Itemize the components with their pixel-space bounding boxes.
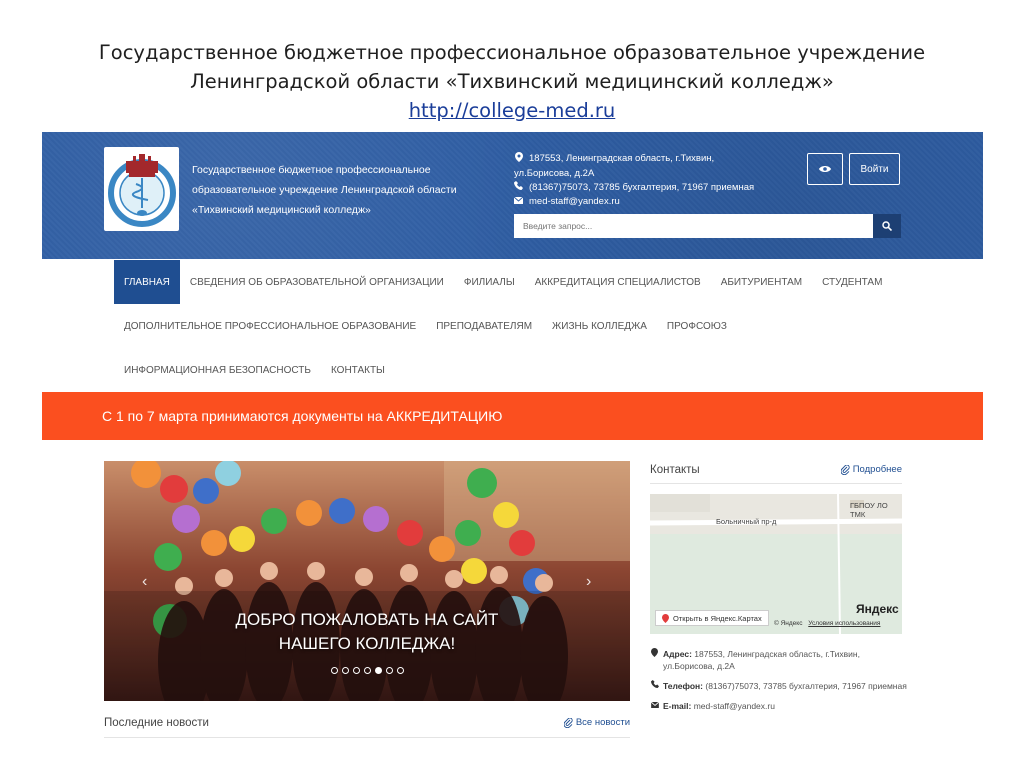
org-name-line2: образовательное учреждение Ленинградской… xyxy=(192,184,457,196)
search-icon xyxy=(882,221,892,231)
envelope-icon xyxy=(513,195,524,209)
header-contacts: 187553, Ленинградская область, г.Тихвин,… xyxy=(513,152,784,209)
nav-item-additional-education[interactable]: Дополнительное профессиональное образова… xyxy=(114,304,426,348)
contacts-more-label: Подробнее xyxy=(852,464,902,475)
map-terms-link[interactable]: Условия использования xyxy=(808,620,880,627)
paperclip-icon xyxy=(563,717,573,728)
contacts-heading: Контакты xyxy=(650,463,700,476)
map-marker-icon xyxy=(650,648,659,672)
college-logo[interactable] xyxy=(104,147,179,231)
map-pin-icon xyxy=(662,613,669,623)
email-label: E-mail: xyxy=(663,701,692,711)
yandex-map[interactable]: ГБПОУ ЛО ТМК Больничный пр-д Открыть в Я… xyxy=(650,494,902,634)
news-section-header: Последние новости Все новости xyxy=(104,708,630,738)
map-copyright-text: © Яндекс xyxy=(774,620,803,627)
slider-photo xyxy=(104,461,630,701)
nav-item-college-life[interactable]: Жизнь колледжа xyxy=(542,304,657,348)
slide-title-line1: Государственное бюджетное профессиональн… xyxy=(98,41,926,64)
email-value[interactable]: med-staff@yandex.ru xyxy=(694,701,775,711)
slider-dot[interactable] xyxy=(386,667,393,674)
site-header: Государственное бюджетное профессиональн… xyxy=(42,132,983,259)
nav-row-1: Главная Сведения об образовательной орга… xyxy=(114,260,983,304)
nav-item-applicants[interactable]: Абитуриентам xyxy=(711,260,812,304)
envelope-icon xyxy=(650,700,659,712)
map-copyright: © Яндекс Условия использования xyxy=(774,620,880,627)
map-label-street: Больничный пр-д xyxy=(716,517,777,526)
phone-label: Телефон: xyxy=(663,681,703,691)
org-name: Государственное бюджетное профессиональн… xyxy=(192,160,492,220)
nav-item-teachers[interactable]: Преподавателям xyxy=(426,304,542,348)
slider-dot[interactable] xyxy=(353,667,360,674)
nav-item-union[interactable]: Профсоюз xyxy=(657,304,737,348)
nav-item-students[interactable]: Студентам xyxy=(812,260,892,304)
accessibility-button[interactable] xyxy=(807,153,843,185)
nav-item-contacts[interactable]: Контакты xyxy=(321,348,395,392)
phone-icon xyxy=(650,680,659,692)
slide-title: Государственное бюджетное профессиональн… xyxy=(0,38,1024,125)
org-name-line1: Государственное бюджетное профессиональн… xyxy=(192,164,431,176)
site-url-link[interactable]: http://college-med.ru xyxy=(409,99,616,122)
eye-icon xyxy=(819,166,831,172)
slider-next-arrow[interactable]: › xyxy=(586,573,591,591)
paperclip-icon xyxy=(840,464,850,475)
contacts-more-link[interactable]: Подробнее xyxy=(840,464,902,475)
slide-title-line2: Ленинградской области «Тихвинский медици… xyxy=(190,70,834,93)
announcement-banner[interactable]: С 1 по 7 марта принимаются документы на … xyxy=(42,392,983,440)
nav-item-home[interactable]: Главная xyxy=(114,260,180,304)
image-slider[interactable]: ‹ › ДОБРО ПОЖАЛОВАТЬ НА САЙТ НАШЕГО КОЛЛ… xyxy=(104,461,630,701)
header-address-line2: ул.Борисова, д.2А xyxy=(514,168,595,179)
slider-caption-line2: НАШЕГО КОЛЛЕДЖА! xyxy=(278,634,456,653)
nav-item-about[interactable]: Сведения об образовательной организации xyxy=(180,260,454,304)
login-button[interactable]: Войти xyxy=(849,153,900,185)
slider-dot-active[interactable] xyxy=(375,667,382,674)
news-heading: Последние новости xyxy=(104,716,209,729)
phone-value: (81367)75073, 73785 бухгалтерия, 71967 п… xyxy=(705,681,907,691)
contact-email: E-mail: med-staff@yandex.ru xyxy=(650,700,910,712)
nav-row-3: Информационная безопасность Контакты xyxy=(114,348,983,392)
search-input[interactable] xyxy=(514,214,873,238)
slider-caption: ДОБРО ПОЖАЛОВАТЬ НА САЙТ НАШЕГО КОЛЛЕДЖА… xyxy=(104,608,630,656)
nav-row-2: Дополнительное профессиональное образова… xyxy=(114,304,983,348)
slider-dot[interactable] xyxy=(331,667,338,674)
all-news-link[interactable]: Все новости xyxy=(563,717,630,728)
open-in-yandex-maps-button[interactable]: Открыть в Яндекс.Картах xyxy=(655,610,769,626)
map-label-building: ГБПОУ ЛО ТМК xyxy=(850,501,888,519)
nav-item-accreditation[interactable]: Аккредитация специалистов xyxy=(525,260,711,304)
slider-prev-arrow[interactable]: ‹ xyxy=(142,573,147,591)
slider-caption-line1: ДОБРО ПОЖАЛОВАТЬ НА САЙТ xyxy=(235,610,499,629)
main-nav: Главная Сведения об образовательной орга… xyxy=(114,260,983,392)
nav-item-branches[interactable]: Филиалы xyxy=(454,260,525,304)
contacts-details: Адрес: 187553, Ленинградская область, г.… xyxy=(650,648,910,720)
header-address-line1: 187553, Ленинградская область, г.Тихвин, xyxy=(529,153,715,164)
announcement-text: С 1 по 7 марта принимаются документы на … xyxy=(102,408,503,424)
address-value-1: 187553, Ленинградская область, г.Тихвин, xyxy=(694,649,860,659)
slider-dot[interactable] xyxy=(397,667,404,674)
map-marker-icon xyxy=(514,152,523,167)
slider-dot[interactable] xyxy=(342,667,349,674)
open-in-yandex-maps-label: Открыть в Яндекс.Картах xyxy=(673,613,762,623)
address-value-2: ул.Борисова, д.2А xyxy=(663,661,735,671)
address-label: Адрес: xyxy=(663,649,692,659)
all-news-label: Все новости xyxy=(575,717,630,728)
search-button[interactable] xyxy=(873,214,901,238)
contact-address: Адрес: 187553, Ленинградская область, г.… xyxy=(650,648,910,672)
contacts-widget-header: Контакты Подробнее xyxy=(650,456,902,484)
header-email[interactable]: med-staff@yandex.ru xyxy=(529,195,620,209)
nav-item-info-security[interactable]: Информационная безопасность xyxy=(114,348,321,392)
org-name-line3: «Тихвинский медицинский колледж» xyxy=(192,204,371,216)
yandex-logo: Яндекс xyxy=(856,602,899,616)
slider-dots xyxy=(331,667,404,674)
slider-dot[interactable] xyxy=(364,667,371,674)
contact-phone: Телефон: (81367)75073, 73785 бухгалтерия… xyxy=(650,680,910,692)
logo-emblem xyxy=(107,154,176,227)
header-phone: (81367)75073, 73785 бухгалтерия, 71967 п… xyxy=(529,182,755,193)
phone-icon xyxy=(514,181,523,195)
